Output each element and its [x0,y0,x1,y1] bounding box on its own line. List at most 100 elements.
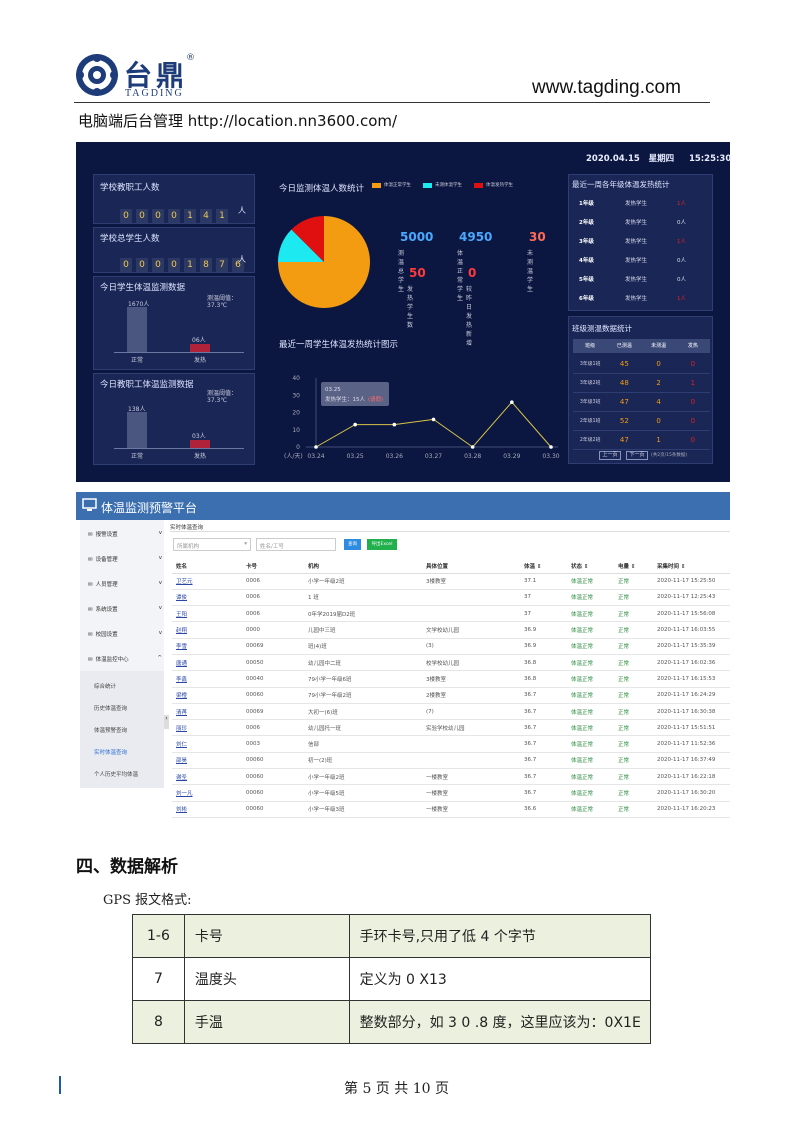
table-row[interactable]: 李雪 00069 班(4)班 (3) 36.9 体温正常 正常 2020-11-17 15:3… [172,638,730,655]
table-header-row: 姓名 卡号 机构 具体位置 体温 ⇕ 状态 ⇕ 电量 ⇕ 采集时间 ⇕ [172,559,730,574]
table-cell: (7) [422,703,520,721]
spec-row: 1-6 卡号 手环卡号,只用了低 4 个字节 [132,914,652,958]
column-header[interactable]: 电量 ⇕ [614,559,653,574]
table-cell: 36.7 [520,752,567,770]
column-header[interactable]: 机构 [304,559,422,574]
table-row[interactable]: 谢圣 00060 小学一年级2班 一楼教室 36.7 体温正常 正常 2020-11-17 1… [172,768,730,786]
spec-cell: 温度头 [183,957,350,1001]
table-row[interactable]: 邵昊 00060 初一(2)班 36.7 体温正常 正常 2020-11-17 16:37:… [172,752,730,770]
student-fever-value: 06人 [192,337,206,344]
submenu-item[interactable]: 个人历史平均体温 [94,770,138,778]
class-header-cell: 已测温 [616,343,632,349]
column-header[interactable]: 具体位置 [422,559,520,574]
table-cell: 一楼教室 [422,784,520,802]
table-cell[interactable]: 王阳 [172,605,242,623]
sidebar-item[interactable]: ✉ 人员管理 v [88,580,162,588]
table-cell: 0000 [242,621,304,639]
table-row[interactable]: 唐通 00050 幼儿园中二班 校学校幼儿园 36.8 体温正常 正常 2020-11-17 … [172,654,730,672]
column-header[interactable]: 状态 ⇕ [567,559,614,574]
sidebar-menu: ✉ 报警设置 v ✉ 设备管理 v ✉ 人员管理 v ✉ 系统设置 v ✉ 校园设置 v ✉ 体温监控中心 ^ 综合… [80,520,164,788]
sidebar-item[interactable]: ✉ 设备管理 v [88,555,162,563]
table-cell: 36.7 [520,735,567,753]
next-page-button[interactable]: 下一页 [626,451,648,460]
table-cell[interactable]: 丽珍 [172,719,242,737]
table-cell: 体温正常 [567,654,614,672]
table-row[interactable]: 梁橙 00060 79小学一年级2班 2楼教室 36.7 体温正常 正常 2020-11-17… [172,687,730,704]
table-cell: 0006 [242,719,304,737]
table-cell: 37 [520,605,567,623]
grade-label: 发热学生 [625,296,648,302]
table-cell[interactable]: 邵昊 [172,752,242,770]
table-cell[interactable]: 梁橙 [172,687,242,704]
table-cell: 00060 [242,687,304,704]
submenu-item[interactable]: 历史体温查询 [94,704,127,712]
export-button[interactable]: 导出Excel [367,539,397,550]
table-cell[interactable]: 清苒 [172,703,242,721]
class-cell: 47 [619,436,629,444]
counter-digit: 0 [136,209,148,223]
org-select[interactable]: 所属机构 ▾ [173,538,251,551]
table-cell: 正常 [614,589,653,607]
class-cell: 4 [656,398,661,406]
column-header[interactable]: 体温 ⇕ [520,559,567,574]
table-row[interactable]: 刘一凡 00060 小学一年级5班 一楼教室 36.7 体温正常 正常 2020-11-17 … [172,784,730,802]
table-cell[interactable]: 刘彬 [172,801,242,818]
data-point [392,422,397,427]
table-cell: 2020-11-17 16:30:38 [653,703,730,721]
data-point [314,445,318,449]
student-fever-bar [190,344,210,352]
submenu-item[interactable]: 实时体温查询 [94,748,127,756]
grade-row: 4年级 发热学生 0人 [569,256,714,275]
query-button[interactable]: 查询 [344,539,361,550]
table-cell: 2020-11-17 16:24:29 [653,687,730,704]
grade-value: 1人 [677,239,686,245]
table-row[interactable]: 刘彬 00060 小学一年级3班 一楼教室 36.6 体温正常 正常 2020-11-17 1… [172,801,730,818]
sidebar-item[interactable]: ✉ 体温监控中心 ^ [88,655,162,663]
prev-page-button[interactable]: 上一页 [599,451,621,460]
table-cell[interactable]: 唐通 [172,654,242,672]
table-cell: 正常 [614,735,653,753]
table-cell[interactable]: 李鑫 [172,670,242,688]
table-cell[interactable]: 赵翔 [172,621,242,639]
table-cell [422,752,520,770]
website-link[interactable]: www.tagding.com [532,77,681,99]
class-cell: 2年级2班 [579,438,601,443]
gps-format-label: GPS 报文格式: [103,893,192,908]
column-header[interactable]: 卡号 [242,559,304,574]
stat-value: 4950 [459,230,493,244]
class-cell: 1 [690,379,696,387]
table-row[interactable]: 刘仁 0003 信部 36.7 体温正常 正常 2020-11-17 11:52:36 [172,735,730,753]
grade-row: 6年级 发热学生 1人 [569,294,714,313]
table-row[interactable]: 卫艺元 0006 小学一年级2班 3楼教室 37.1 体温正常 正常 2020-11-17 1… [172,573,730,590]
line-chart-title: 最近一周学生体温发热统计图示 [279,340,399,350]
table-row[interactable]: 谭俊 0006 1 班 37 体温正常 正常 2020-11-17 12:25:43 [172,589,730,607]
grade-fever-panel: 最近一周各年级体温发热统计 1年级 发热学生 1人 2年级 发热学生 0人 3年级 发热学生 1… [568,174,713,311]
sidebar-item[interactable]: ✉ 校园设置 v [88,630,162,638]
normal-label: 正常 [131,453,144,460]
collapse-sidebar-icon[interactable]: ‹ [164,715,169,729]
sidebar-item[interactable]: ✉ 报警设置 v [88,530,162,538]
column-header[interactable]: 采集时间 ⇕ [653,559,730,574]
table-cell[interactable]: 刘仁 [172,735,242,753]
table-cell[interactable]: 卫艺元 [172,573,242,590]
class-cell: 3年级3班 [579,400,601,405]
class-row: 3年级2班 48 2 1 [573,374,710,393]
class-cell: 0 [690,398,696,406]
table-cell[interactable]: 刘一凡 [172,784,242,802]
grade-label: 发热学生 [625,258,648,264]
name-input[interactable]: 姓名/工号 [256,538,336,551]
sidebar-item[interactable]: ✉ 系统设置 v [88,605,162,613]
table-row[interactable]: 王阳 0006 0年学2019届D2班 37 体温正常 正常 2020-11-17 15:5… [172,605,730,623]
staff-total-digits: 0000141 [120,203,232,223]
table-cell[interactable]: 李雪 [172,638,242,655]
class-stats-panel: 班级测温数据统计 班级 已测温 未测温 发热 3年级1班 45 0 0 3年级2班 48 2 1 3年… [568,316,713,464]
table-cell[interactable]: 谢圣 [172,768,242,786]
column-header[interactable]: 姓名 [172,559,242,574]
table-row[interactable]: 丽珍 0006 幼儿园托一班 实验学校幼儿园 36.7 体温正常 正常 2020-11-17 … [172,719,730,737]
submenu-item[interactable]: 综合统计 [94,682,116,690]
table-cell[interactable]: 谭俊 [172,589,242,607]
table-row[interactable]: 赵翔 0000 儿园中三班 文学校幼儿园 36.9 体温正常 正常 2020-11-17 16… [172,621,730,639]
table-row[interactable]: 李鑫 00040 79小学一年级6班 3楼教室 36.8 体温正常 正常 2020-11-17… [172,670,730,688]
submenu-item[interactable]: 体温预警查询 [94,726,127,734]
table-row[interactable]: 清苒 00069 大初一(6)班 (7) 36.7 体温正常 正常 2020-11-17 16… [172,703,730,721]
